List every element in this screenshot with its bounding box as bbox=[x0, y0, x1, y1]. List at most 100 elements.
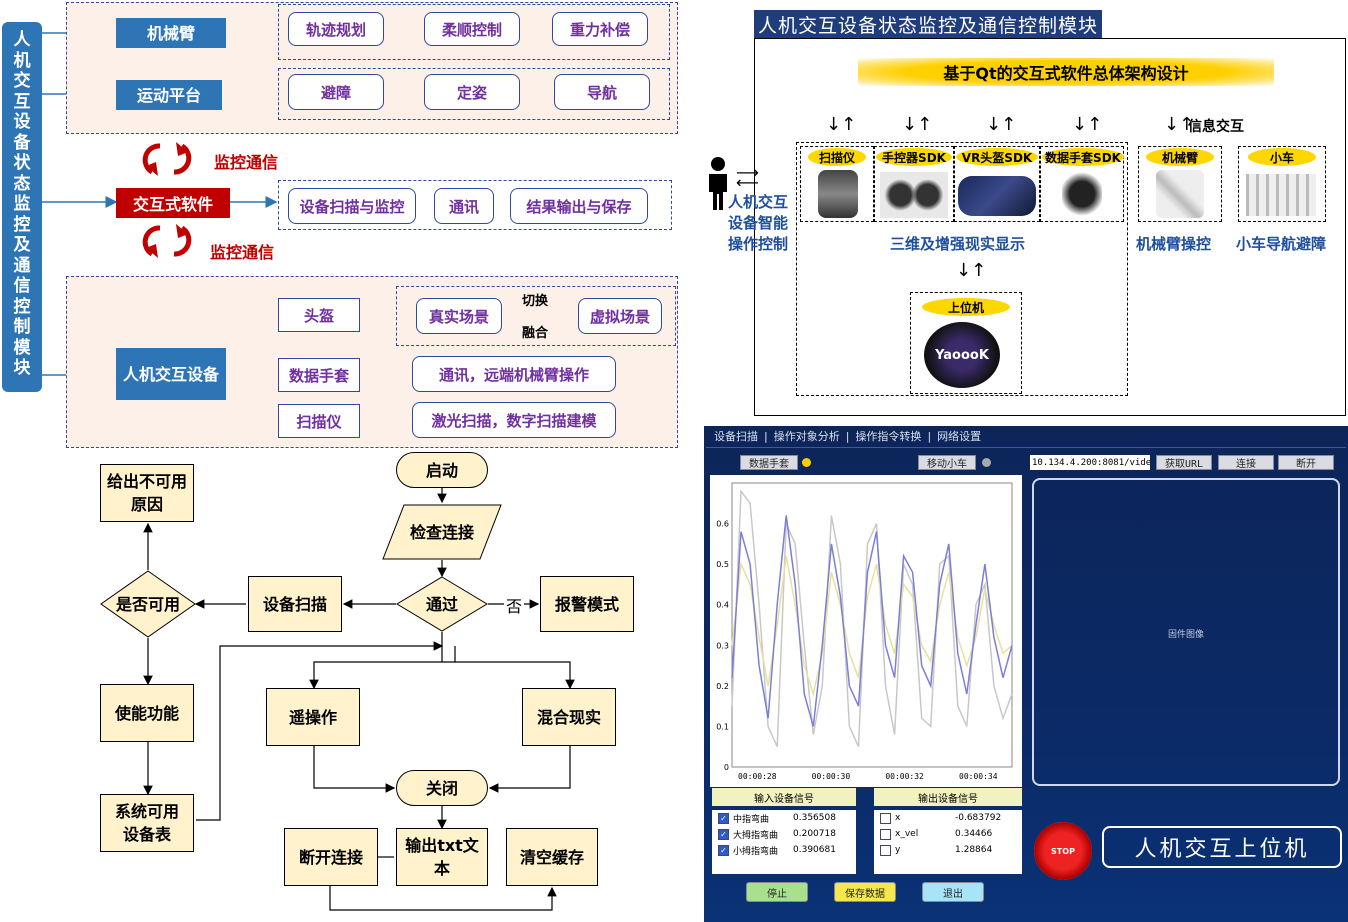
menu-divider bbox=[706, 447, 1346, 448]
signal-name: 小拇指弯曲 bbox=[733, 846, 779, 857]
signal-name: 中指弯曲 bbox=[733, 814, 770, 825]
monitor-comm-label-2: 监控通信 bbox=[210, 243, 275, 262]
vertical-title-char: 信 bbox=[13, 276, 31, 296]
qt-menu-bar: 设备扫描 | 操作对象分析 | 操作指令转换 | 网络设置 bbox=[704, 426, 1348, 446]
vertical-title-char: 备 bbox=[13, 132, 31, 153]
menu-item[interactable]: 操作对象分析 bbox=[774, 428, 840, 444]
checkbox-icon[interactable] bbox=[880, 812, 891, 824]
signal-value: 0.390681 bbox=[793, 845, 836, 855]
input-signal-title: 输入设备信号 bbox=[712, 788, 856, 806]
input-signal-list[interactable]: ✓ 中指弯曲 0.356508 ✓ 大拇指弯曲 0.200718 ✓ 小拇指弯曲 0.39068… bbox=[712, 810, 856, 874]
flow-device-table: 系统可用设备表 bbox=[100, 794, 194, 852]
signal-name: x_vel bbox=[895, 829, 919, 839]
trajectory-planning: 轨迹规划 bbox=[288, 12, 384, 46]
glove-desc: 通讯，远端机械臂操作 bbox=[412, 356, 616, 392]
operator-label: 人机交互设备智能操作控制 bbox=[727, 193, 788, 253]
checked-box-icon[interactable]: ✓ bbox=[718, 828, 729, 840]
signal-row[interactable]: ✓ 中指弯曲 0.356508 bbox=[712, 810, 856, 826]
checked-box-icon[interactable]: ✓ bbox=[718, 812, 729, 824]
checkbox-icon[interactable] bbox=[880, 844, 891, 856]
chart-area: 0 0.1 0.2 0.3 0.4 0.5 0.6 00:00:28 00:00:30 00:00… bbox=[710, 475, 1022, 787]
flow-output-txt: 输出txt文本 bbox=[396, 828, 488, 886]
arm-tag: 机械臂 bbox=[1146, 148, 1214, 166]
x-tick-label: 00:00:34 bbox=[959, 772, 998, 781]
vr-image bbox=[958, 176, 1036, 216]
vr-tag: VR头盔SDK bbox=[956, 148, 1038, 166]
x-tick-label: 00:00:32 bbox=[885, 772, 924, 781]
pose-fixing: 定姿 bbox=[424, 74, 520, 110]
signal-row[interactable]: y 1.28864 bbox=[874, 842, 1022, 858]
y-tick-label: 0 bbox=[724, 763, 729, 772]
vertical-title-char: 模 bbox=[13, 337, 31, 358]
hci-device-box: 人机交互设备 bbox=[116, 348, 226, 400]
navigation: 导航 bbox=[554, 74, 650, 110]
x-tick-label: 00:00:30 bbox=[812, 772, 851, 781]
haptic-image bbox=[880, 172, 948, 218]
arm-control-label: 机械臂操控 bbox=[1136, 235, 1212, 253]
signal-row[interactable]: x -0.683792 bbox=[874, 810, 1022, 826]
signal-value: 0.356508 bbox=[793, 813, 836, 823]
get-url-button[interactable]: 获取URL bbox=[1156, 455, 1212, 470]
y-tick-label: 0.1 bbox=[716, 722, 729, 731]
chart-frame bbox=[731, 482, 1013, 768]
compliance-control: 柔顺控制 bbox=[424, 12, 520, 46]
disconnect-button[interactable]: 断开 bbox=[1278, 455, 1334, 470]
url-input[interactable]: 10.134.4.200:8081/video bbox=[1030, 455, 1150, 470]
qt-banner: 基于Qt的交互式软件总体架构设计 bbox=[858, 58, 1274, 86]
vertical-title-char: 制 bbox=[13, 317, 31, 337]
bidirectional-arrow-icon: ⟶ ⟵ bbox=[736, 163, 759, 192]
glove-toggle-button[interactable]: 数据手套 bbox=[740, 455, 798, 470]
signal-row[interactable]: ✓ 大拇指弯曲 0.200718 bbox=[712, 826, 856, 842]
fusion-label: 融合 bbox=[522, 326, 549, 341]
flow-scan: 设备扫描 bbox=[248, 576, 342, 632]
menu-item[interactable]: 设备扫描 bbox=[714, 428, 758, 444]
signal-row[interactable]: x_vel 0.34466 bbox=[874, 826, 1022, 842]
car-image bbox=[1246, 174, 1316, 216]
flow-pass: 通过 bbox=[425, 594, 458, 614]
signal-chart: 0 0.1 0.2 0.3 0.4 0.5 0.6 00:00:28 00:00:30 00:00… bbox=[716, 482, 1013, 781]
car-toggle-button[interactable]: 移动小车 bbox=[918, 455, 976, 470]
exit-button[interactable]: 退出 bbox=[922, 882, 984, 902]
flow-disconnect: 断开连接 bbox=[284, 828, 378, 886]
output-signal-title: 输出设备信号 bbox=[874, 788, 1022, 806]
emergency-stop-icon[interactable]: STOP bbox=[1034, 822, 1092, 880]
communication: 通讯 bbox=[434, 188, 494, 224]
connect-button[interactable]: 连接 bbox=[1218, 455, 1274, 470]
x-tick-label: 00:00:28 bbox=[738, 772, 777, 781]
menu-item[interactable]: 网络设置 bbox=[937, 428, 981, 444]
signal-row[interactable]: ✓ 小拇指弯曲 0.390681 bbox=[712, 842, 856, 858]
vertical-title-char: 通 bbox=[13, 255, 31, 276]
y-tick-label: 0.4 bbox=[716, 601, 729, 610]
device-scan-monitor: 设备扫描与监控 bbox=[288, 188, 416, 224]
arrow-icon-4: ↓↑ bbox=[1072, 114, 1103, 135]
glove-image bbox=[1062, 170, 1102, 218]
stop-button[interactable]: 停止 bbox=[746, 882, 808, 902]
series-line bbox=[731, 515, 1013, 727]
flow-clear-cache: 清空缓存 bbox=[506, 828, 598, 886]
arrow-icon-1: ↓↑ bbox=[826, 114, 857, 135]
vertical-title-char: 态 bbox=[13, 173, 31, 194]
menu-item[interactable]: 操作指令转换 bbox=[855, 428, 921, 444]
vertical-title-char: 交 bbox=[13, 71, 31, 91]
checked-box-icon[interactable]: ✓ bbox=[718, 844, 729, 856]
host-banner: 人机交互上位机 bbox=[1102, 826, 1342, 868]
y-tick-label: 0.5 bbox=[716, 560, 729, 569]
platform-box: 运动平台 bbox=[116, 80, 222, 110]
flow-mixed-reality: 混合现实 bbox=[522, 688, 616, 746]
obstacle-avoidance: 避障 bbox=[288, 74, 384, 110]
flow-close: 关闭 bbox=[396, 770, 488, 806]
haptic-tag: 手控器SDK bbox=[876, 148, 952, 166]
save-data-button[interactable]: 保存数据 bbox=[834, 882, 896, 902]
menu-separator: | bbox=[764, 429, 768, 443]
host-logo: YaoooK bbox=[924, 322, 1000, 388]
y-tick-label: 0.6 bbox=[716, 520, 729, 529]
vertical-module-title: 人机交互设备状态监控及通信控制模块 bbox=[2, 22, 42, 392]
vertical-title-char: 及 bbox=[13, 235, 31, 255]
scanner-tag: 扫描仪 bbox=[808, 148, 866, 166]
output-signal-list[interactable]: x -0.683792 x_vel 0.34466 y 1.28864 bbox=[874, 810, 1022, 874]
checkbox-icon[interactable] bbox=[880, 828, 891, 840]
signal-name: y bbox=[895, 845, 901, 855]
car-status-icon bbox=[982, 458, 991, 467]
video-placeholder: 固件图像 bbox=[1168, 630, 1205, 640]
vertical-title-char: 状 bbox=[13, 153, 31, 173]
